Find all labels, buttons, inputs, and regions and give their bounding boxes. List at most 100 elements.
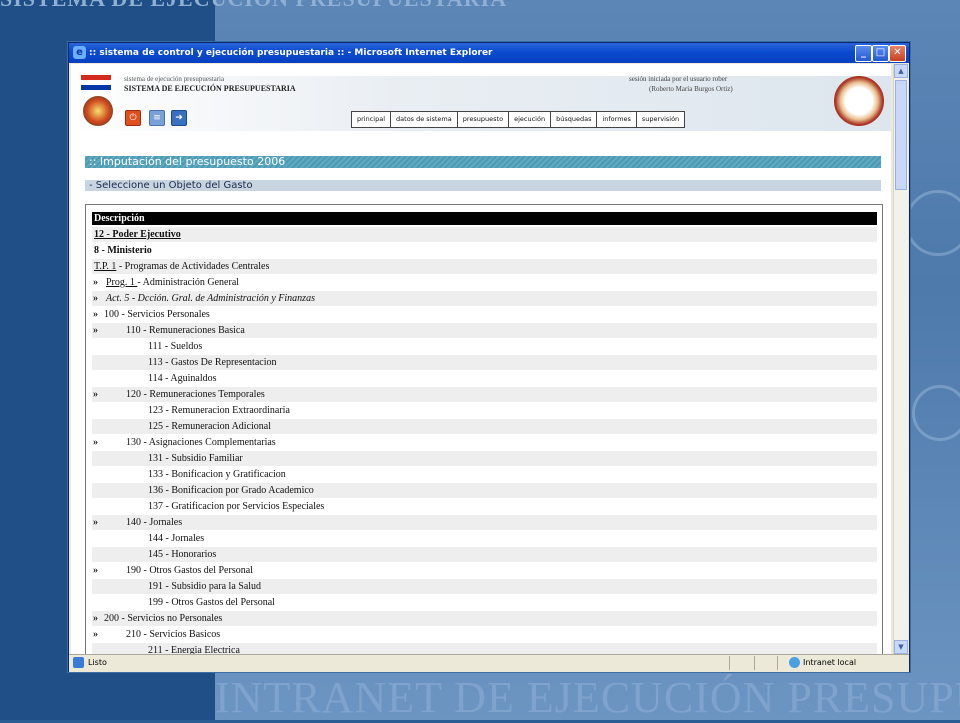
section-title: :: Imputación del presupuesto 2006 xyxy=(85,156,881,168)
row-label: 113 - Gastos De Representacion xyxy=(148,357,277,368)
menu-busquedas[interactable]: búsquedas xyxy=(551,112,598,127)
row-label: 144 - Jornales xyxy=(148,533,205,544)
table-row[interactable]: » 110 - Remuneraciones Basica xyxy=(92,323,877,338)
expand-arrow-icon[interactable]: » xyxy=(93,435,98,450)
row-label: 191 - Subsidio para la Salud xyxy=(148,581,262,592)
row-label: - Programas de Actividades Centrales xyxy=(116,261,270,272)
window-title: :: sistema de control y ejecución presup… xyxy=(89,48,493,58)
expand-arrow-icon[interactable]: » xyxy=(93,307,98,322)
status-bar: Listo Intranet local xyxy=(69,654,909,672)
expand-arrow-icon[interactable]: » xyxy=(93,291,98,306)
table-row: 111 - Sueldos xyxy=(92,339,877,354)
expand-arrow-icon[interactable]: » xyxy=(93,387,98,402)
status-text: Listo xyxy=(88,658,107,667)
scroll-up-arrow-icon[interactable]: ▲ xyxy=(894,64,908,78)
expand-arrow-icon[interactable]: » xyxy=(93,275,98,290)
menu-ejecucion[interactable]: ejecución xyxy=(509,112,552,127)
table-row[interactable]: » 140 - Jornales xyxy=(92,515,877,530)
session-info: sesión iniciada por el usuario rober xyxy=(629,75,728,83)
table-header: Descripción xyxy=(92,212,877,225)
minimize-button[interactable]: _ xyxy=(855,45,872,62)
table-row: 123 - Remuneracion Extraordinaria xyxy=(92,403,877,418)
row-label: 136 - Bonificacion por Grado Academico xyxy=(148,485,314,496)
row-label: 130 - Asignaciones Complementarias xyxy=(126,437,276,448)
table-row[interactable]: » 130 - Asignaciones Complementarias xyxy=(92,435,877,450)
row-label: 133 - Bonificacion y Gratificacion xyxy=(148,469,286,480)
system-subtitle: sistema de ejecución presupuestaria xyxy=(124,75,225,83)
menu-presupuesto[interactable]: presupuesto xyxy=(458,112,510,127)
menu-supervision[interactable]: supervisión xyxy=(637,112,684,127)
section-subtitle: - Seleccione un Objeto del Gasto xyxy=(85,180,881,191)
table-row: 136 - Bonificacion por Grado Academico xyxy=(92,483,877,498)
row-label: 145 - Honorarios xyxy=(148,549,217,560)
page-content: sistema de ejecución presupuestaria SIST… xyxy=(71,64,891,654)
table-row: 8 - Ministerio xyxy=(92,243,877,258)
expand-arrow-icon[interactable]: » xyxy=(93,563,98,578)
scroll-down-arrow-icon[interactable]: ▼ xyxy=(894,640,908,654)
table-row: 191 - Subsidio para la Salud xyxy=(92,579,877,594)
row-link[interactable]: Prog. 1 xyxy=(106,277,137,288)
intranet-zone-icon xyxy=(789,657,800,668)
row-label: 125 - Remuneracion Adicional xyxy=(148,421,272,432)
paraguay-flag-icon xyxy=(81,75,111,91)
row-label: 111 - Sueldos xyxy=(148,341,203,352)
menu-principal[interactable]: principal xyxy=(352,112,392,127)
row-label: 190 - Otros Gastos del Personal xyxy=(126,565,253,576)
expand-arrow-icon[interactable]: » xyxy=(93,515,98,530)
row-label: 211 - Energia Electrica xyxy=(148,645,240,654)
table-row[interactable]: » 120 - Remuneraciones Temporales xyxy=(92,387,877,402)
browser-window: e :: sistema de control y ejecución pres… xyxy=(68,42,910,672)
row-label: 131 - Subsidio Familiar xyxy=(148,453,243,464)
menu-informes[interactable]: informes xyxy=(597,112,637,127)
row-label: 110 - Remuneraciones Basica xyxy=(126,325,245,336)
document-icon[interactable]: ≡ xyxy=(149,110,165,126)
table-row: 137 - Gratificacion por Servicios Especi… xyxy=(92,499,877,514)
maximize-button[interactable]: □ xyxy=(872,45,889,62)
table-row: 211 - Energia Electrica xyxy=(92,643,877,654)
national-emblem-icon xyxy=(83,96,113,126)
table-row[interactable]: » 210 - Servicios Basicos xyxy=(92,627,877,642)
main-menu: principal datos de sistema presupuesto e… xyxy=(351,111,686,128)
row-link[interactable]: T.P. 1 xyxy=(94,261,116,272)
expense-object-table: Descripción 12 - Poder Ejecutivo 8 - Mini… xyxy=(85,204,883,654)
system-title: SISTEMA DE EJECUCIÓN PRESUPUESTARIA xyxy=(124,84,296,93)
row-label: 137 - Gratificacion por Servicios Especi… xyxy=(148,501,325,512)
table-row: 145 - Honorarios xyxy=(92,547,877,562)
expand-arrow-icon[interactable]: » xyxy=(93,323,98,338)
menu-datos-de-sistema[interactable]: datos de sistema xyxy=(391,112,458,127)
ministry-seal-icon xyxy=(834,76,884,126)
row-label: 8 - Ministerio xyxy=(94,245,152,256)
table-row[interactable]: » 200 - Servicios no Personales xyxy=(92,611,877,626)
power-icon[interactable]: ⏻ xyxy=(125,110,141,126)
close-button[interactable]: ✕ xyxy=(889,45,906,62)
row-label: - Administración General xyxy=(137,277,240,288)
table-row: 113 - Gastos De Representacion xyxy=(92,355,877,370)
table-row: 131 - Subsidio Familiar xyxy=(92,451,877,466)
table-row[interactable]: » Prog. 1 - Administración General xyxy=(92,275,877,290)
expand-arrow-icon[interactable]: » xyxy=(93,611,98,626)
row-label: 123 - Remuneracion Extraordinaria xyxy=(148,405,290,416)
row-label: 200 - Servicios no Personales xyxy=(104,613,223,624)
table-row[interactable]: » 100 - Servicios Personales xyxy=(92,307,877,322)
row-label: Act. 5 - Dcción. Gral. de Administración… xyxy=(106,293,315,304)
table-row: 144 - Jornales xyxy=(92,531,877,546)
row-label: 140 - Jornales xyxy=(126,517,183,528)
slide-bottom-caption: INTRANET DE EJECUCIÓN PRESUPUESTARIA xyxy=(215,673,960,722)
vertical-scrollbar[interactable]: ▲ ▼ xyxy=(893,64,908,654)
expand-arrow-icon[interactable]: » xyxy=(93,627,98,642)
table-row[interactable]: » Act. 5 - Dcción. Gral. de Administració… xyxy=(92,291,877,306)
background-seal-icon xyxy=(912,385,960,441)
internet-explorer-icon[interactable]: e xyxy=(73,46,86,59)
slide-top-caption: SISTEMA DE EJECUCIÓN PRESUPUESTARIA xyxy=(0,0,960,12)
table-row: 114 - Aguinaldos xyxy=(92,371,877,386)
scroll-thumb[interactable] xyxy=(895,80,907,190)
window-titlebar[interactable]: e :: sistema de control y ejecución pres… xyxy=(69,43,909,63)
row-label: 114 - Aguinaldos xyxy=(148,373,217,384)
row-label: 210 - Servicios Basicos xyxy=(126,629,221,640)
logout-icon[interactable]: ➜ xyxy=(171,110,187,126)
page-status-icon xyxy=(73,657,84,668)
table-row: 199 - Otros Gastos del Personal xyxy=(92,595,877,610)
table-row: T.P. 1 - Programas de Actividades Centra… xyxy=(92,259,877,274)
table-row: 133 - Bonificacion y Gratificacion xyxy=(92,467,877,482)
table-row[interactable]: » 190 - Otros Gastos del Personal xyxy=(92,563,877,578)
